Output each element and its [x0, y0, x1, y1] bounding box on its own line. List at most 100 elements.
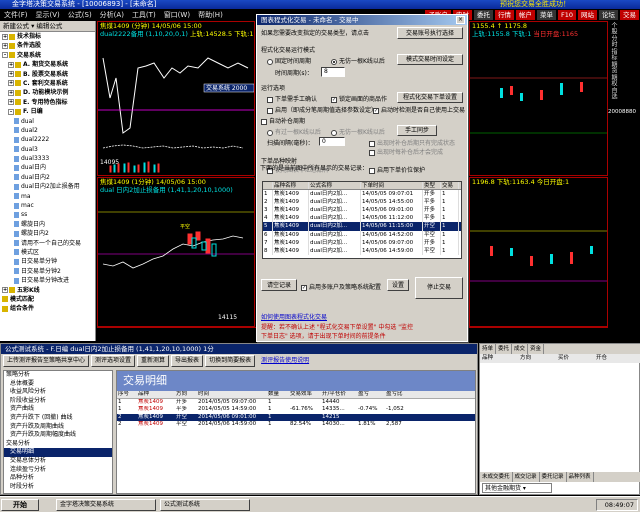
tree-item[interactable]: dual日内2加止损备用: [2, 182, 95, 191]
help-link[interactable]: 如何使用图表程式化交易: [261, 312, 327, 321]
toolbar-button-2[interactable]: 委托: [473, 10, 493, 20]
test-toolbar-button-4[interactable]: 切换到简要报表: [205, 355, 256, 367]
menu-item-5[interactable]: 窗口(W): [160, 9, 194, 21]
option-manual-confirm[interactable]: 下单需手工确认: [267, 94, 317, 103]
tree-item[interactable]: ma: [2, 192, 95, 201]
tree-item[interactable]: 日交易单分钟2: [2, 267, 95, 276]
close-icon[interactable]: ×: [456, 16, 465, 24]
toolbar-button-9[interactable]: 交易: [620, 10, 639, 20]
manual-sync-button[interactable]: 手工同步: [397, 125, 437, 136]
account-tab-2[interactable]: 成交: [512, 344, 529, 354]
table-row[interactable]: 7 焦炭1409 dual日内2加... 14/05/06 09:07:00 开多 1: [263, 238, 461, 247]
table-row[interactable]: 1 焦炭1409 平多 2014/05/05 14:59:00 1 -61.76% 1433…: [117, 406, 475, 414]
nav-item[interactable]: 收益风险分析: [4, 388, 112, 397]
stop-trading-button[interactable]: 停止交易: [415, 277, 463, 299]
trade-detail-table[interactable]: 序号 品种 方向 时间 数量 交易效率 开/平仓价 盈亏 盈亏比 1 焦炭1409 开多 2014/05…: [117, 391, 475, 429]
expand-icon[interactable]: -: [2, 52, 8, 59]
tree-item[interactable]: + B. 股票交易系统: [2, 70, 95, 79]
toolbar-button-3[interactable]: 行情: [494, 10, 514, 20]
chart-top-right[interactable]: 1155.4 ↑ 1175.8 上轨:1155.8 下轨:1 当日开盘:1165: [469, 21, 608, 176]
task-formula-test[interactable]: 公式测试系统: [160, 499, 250, 511]
menu-item-3[interactable]: 分析(A): [96, 9, 128, 21]
tree-item[interactable]: + 技术指标: [2, 32, 95, 41]
expand-icon[interactable]: +: [8, 99, 14, 106]
table-row[interactable]: 2 焦炭1409 dual日内2加... 14/05/05 14:55:00 平多 1: [263, 198, 461, 207]
account-tab-0[interactable]: 持单: [480, 344, 497, 354]
menu-item-2[interactable]: 公式(S): [64, 9, 96, 21]
option-repeat-state-a[interactable]: 出现时补仓后期只有完成状态: [369, 138, 455, 147]
side-tab-1[interactable]: 分时: [609, 35, 618, 47]
nav-item[interactable]: 交易明细: [4, 448, 112, 457]
trade-time-setting-button[interactable]: 模式交易时间设定: [397, 54, 463, 65]
radio-fixed-period[interactable]: 固定时间周期: [267, 56, 311, 65]
order-tab-1[interactable]: 成交记录: [513, 472, 540, 482]
auto-repeat-option[interactable]: 自动补仓周期: [261, 116, 305, 125]
expand-icon[interactable]: +: [2, 42, 8, 49]
expand-icon[interactable]: +: [2, 33, 8, 40]
option-repeat-state-b[interactable]: 出现时每补仓后才会完成: [369, 147, 443, 156]
test-toolbar-button-0[interactable]: 上传测评报告至策略共享中心: [3, 355, 90, 367]
expand-icon[interactable]: -: [8, 108, 14, 115]
scan-interval-input[interactable]: 0: [319, 137, 345, 146]
tree-item[interactable]: 日交易单分钟改进: [2, 276, 95, 285]
option-period-param[interactable]: 启用（即成分笔周期值选择参数设定）: [267, 105, 377, 114]
table-row[interactable]: 2 焦炭1409 平空 2014/05/06 14:59:00 1 82.54% 14030…: [117, 421, 475, 429]
tree-item[interactable]: 螺旋日内: [2, 220, 95, 229]
interval-input[interactable]: 8: [321, 67, 345, 77]
menu-item-1[interactable]: 显示(V): [32, 9, 64, 21]
option-startup-check[interactable]: ✓ 启动时检测是否自己使用上交易: [373, 105, 465, 114]
order-tab-2[interactable]: 委托记录: [540, 472, 567, 482]
nav-item[interactable]: 时段分析: [4, 483, 112, 492]
option-lock-chart[interactable]: ✓ 锁定画面的商品作: [331, 94, 387, 103]
clear-records-button[interactable]: 请空记录: [261, 279, 297, 291]
account-tab-3[interactable]: 资金: [528, 344, 545, 354]
side-tab-4[interactable]: 期权: [609, 74, 618, 86]
menu-item-0[interactable]: 文件(F): [0, 9, 32, 21]
table-row[interactable]: 1 焦炭1409 开多 2014/05/05 09:07:00 1 14440: [117, 399, 475, 407]
order-setting-button[interactable]: 程式化交易下单设置: [397, 92, 463, 103]
nav-item[interactable]: 资产曲线: [4, 405, 112, 414]
table-row[interactable]: 2 焦炭1409 开空 2014/05/06 09:01:00 1 14215: [117, 413, 475, 422]
nav-item[interactable]: 资产升跌及周期幅度曲线: [4, 431, 112, 440]
table-row[interactable]: 5 焦炭1409 dual日内2加... 14/05/06 11:15:00 开空 1: [263, 222, 461, 231]
table-row[interactable]: 6 焦炭1409 dual日内2加... 14/05/06 14:52:00 平空 1: [263, 230, 461, 239]
start-button[interactable]: 开始: [1, 499, 39, 511]
test-toolbar-button-3[interactable]: 导出报表: [171, 355, 204, 367]
nav-group[interactable]: 策略分析: [4, 371, 112, 380]
tree-item[interactable]: 组合条件: [2, 304, 95, 313]
order-tab-3[interactable]: 品种列表: [567, 472, 594, 482]
tree-item[interactable]: + D. 功能模块示例: [2, 88, 95, 97]
toolbar-button-6[interactable]: F10: [557, 10, 576, 20]
tree-item[interactable]: dual3333: [2, 154, 95, 163]
expand-icon[interactable]: +: [8, 71, 14, 78]
tree-item[interactable]: dual: [2, 117, 95, 126]
chart-top-left[interactable]: 焦煤1409 (分钟) 14/05/06 15:00 dual2222备用 (1…: [97, 21, 255, 176]
tree-item[interactable]: + E. 专用特色指标: [2, 98, 95, 107]
nav-item[interactable]: 总体概要: [4, 380, 112, 389]
tree-item[interactable]: dual日内: [2, 163, 95, 172]
tree-item[interactable]: dual2222: [2, 135, 95, 144]
task-main-app[interactable]: 金字塔决策交易系统: [56, 499, 156, 511]
account-select-button[interactable]: 交易账号执行选择: [397, 27, 463, 39]
side-tab-5[interactable]: 自选: [609, 87, 618, 99]
tree-item[interactable]: dual日内2: [2, 173, 95, 182]
report-help-link[interactable]: 测评报告使用说明: [261, 355, 309, 367]
menu-item-6[interactable]: 帮助(H): [194, 9, 227, 21]
expand-icon[interactable]: +: [8, 89, 14, 96]
nav-item[interactable]: 资产升跌下 (回撤) 曲线: [4, 414, 112, 423]
table-row[interactable]: 8 焦炭1409 dual日内2加... 14/05/06 14:59:00 平空 1: [263, 246, 461, 255]
account-tab-1[interactable]: 委托: [496, 344, 513, 354]
tree-item[interactable]: 模式区: [2, 248, 95, 257]
tree-item[interactable]: 请用不一个自己的交易: [2, 239, 95, 248]
toolbar-button-5[interactable]: 菜单: [536, 10, 556, 20]
chart-mid-right[interactable]: 1196.8 下轨:1163.4 今日开盘:1: [469, 177, 608, 327]
trade-records-table[interactable]: 品种名称 公式名称 下单时间 类型 交易 1 焦炭1409 dual日内2加... 14/05/…: [262, 181, 462, 259]
order-tab-0[interactable]: 未成交委托: [480, 472, 513, 482]
expand-icon[interactable]: +: [8, 80, 14, 87]
toolbar-button-4[interactable]: 帐户: [515, 10, 535, 20]
radio-repeat-a[interactable]: 有过一根K线以后: [267, 127, 321, 136]
nav-item[interactable]: 连续盈亏分析: [4, 466, 112, 475]
nav-item[interactable]: 品种分析: [4, 474, 112, 483]
side-tab-3[interactable]: 期货: [609, 61, 618, 73]
formula-panel-header-label[interactable]: 新建公式 ▾ 编辑公式: [3, 22, 62, 30]
